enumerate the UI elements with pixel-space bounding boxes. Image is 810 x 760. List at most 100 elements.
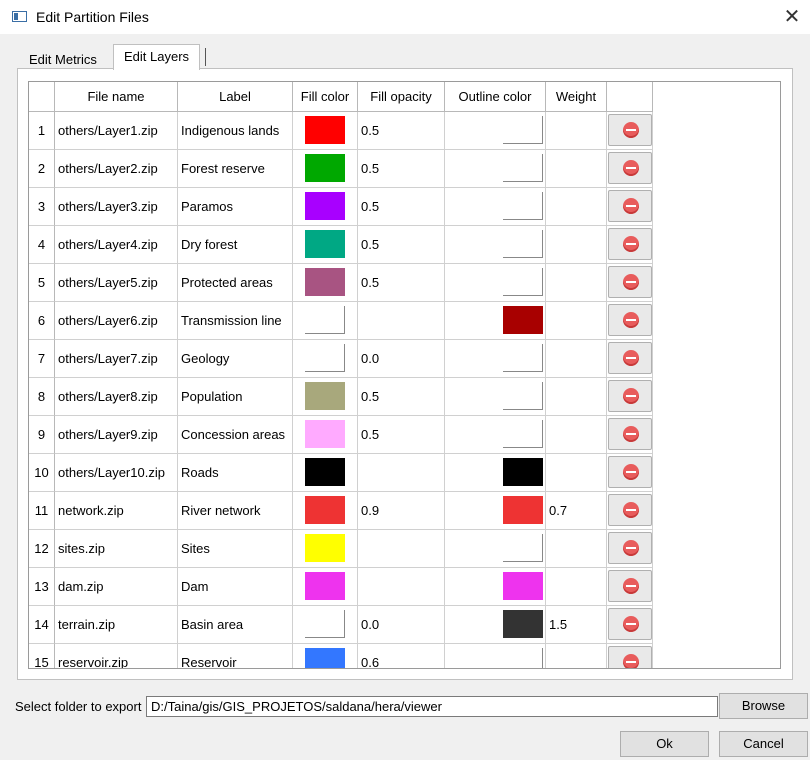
- outline-color-cell[interactable]: [445, 378, 546, 416]
- file-name-cell[interactable]: sites.zip: [55, 530, 178, 568]
- row-number[interactable]: 4: [29, 226, 55, 264]
- delete-row-button[interactable]: [608, 456, 652, 488]
- fill-color-cell[interactable]: [293, 454, 358, 492]
- fill-color-swatch[interactable]: [305, 344, 345, 372]
- weight-cell[interactable]: [546, 150, 607, 188]
- weight-cell[interactable]: [546, 416, 607, 454]
- outline-color-cell[interactable]: [445, 226, 546, 264]
- outline-color-cell[interactable]: [445, 150, 546, 188]
- row-number[interactable]: 12: [29, 530, 55, 568]
- outline-color-swatch[interactable]: [503, 382, 543, 410]
- row-number[interactable]: 2: [29, 150, 55, 188]
- outline-color-cell[interactable]: [445, 606, 546, 644]
- weight-cell[interactable]: [546, 302, 607, 340]
- row-number[interactable]: 13: [29, 568, 55, 606]
- file-name-cell[interactable]: others/Layer8.zip: [55, 378, 178, 416]
- cancel-button[interactable]: Cancel: [719, 731, 808, 757]
- label-cell[interactable]: Dam: [178, 568, 293, 606]
- label-cell[interactable]: Paramos: [178, 188, 293, 226]
- weight-cell[interactable]: 0.7: [546, 492, 607, 530]
- outline-color-swatch[interactable]: [503, 344, 543, 372]
- weight-cell[interactable]: [546, 226, 607, 264]
- fill-color-cell[interactable]: [293, 644, 358, 668]
- weight-cell[interactable]: [546, 644, 607, 668]
- delete-row-button[interactable]: [608, 532, 652, 564]
- fill-color-swatch[interactable]: [305, 268, 345, 296]
- label-cell[interactable]: Geology: [178, 340, 293, 378]
- delete-row-button[interactable]: [608, 570, 652, 602]
- file-name-cell[interactable]: others/Layer1.zip: [55, 112, 178, 150]
- fill-opacity-cell[interactable]: 0.5: [358, 378, 445, 416]
- row-number[interactable]: 9: [29, 416, 55, 454]
- fill-color-swatch[interactable]: [305, 116, 345, 144]
- fill-opacity-cell[interactable]: [358, 530, 445, 568]
- file-name-cell[interactable]: others/Layer2.zip: [55, 150, 178, 188]
- delete-row-button[interactable]: [608, 228, 652, 260]
- fill-color-swatch[interactable]: [305, 610, 345, 638]
- outline-color-swatch[interactable]: [503, 572, 543, 600]
- outline-color-swatch[interactable]: [503, 610, 543, 638]
- delete-row-button[interactable]: [608, 418, 652, 450]
- row-number[interactable]: 7: [29, 340, 55, 378]
- fill-opacity-cell[interactable]: 0.5: [358, 150, 445, 188]
- label-cell[interactable]: Basin area: [178, 606, 293, 644]
- fill-color-swatch[interactable]: [305, 496, 345, 524]
- fill-color-swatch[interactable]: [305, 420, 345, 448]
- outline-color-cell[interactable]: [445, 302, 546, 340]
- row-number[interactable]: 1: [29, 112, 55, 150]
- weight-cell[interactable]: [546, 112, 607, 150]
- weight-cell[interactable]: [546, 188, 607, 226]
- outline-color-cell[interactable]: [445, 188, 546, 226]
- label-cell[interactable]: Roads: [178, 454, 293, 492]
- delete-row-button[interactable]: [608, 608, 652, 640]
- fill-color-cell[interactable]: [293, 530, 358, 568]
- delete-row-button[interactable]: [608, 494, 652, 526]
- delete-row-button[interactable]: [608, 266, 652, 298]
- fill-color-cell[interactable]: [293, 112, 358, 150]
- column-header[interactable]: Fill opacity: [358, 82, 445, 112]
- file-name-cell[interactable]: others/Layer4.zip: [55, 226, 178, 264]
- outline-color-cell[interactable]: [445, 112, 546, 150]
- file-name-cell[interactable]: reservoir.zip: [55, 644, 178, 668]
- outline-color-swatch[interactable]: [503, 230, 543, 258]
- fill-color-swatch[interactable]: [305, 192, 345, 220]
- fill-color-cell[interactable]: [293, 378, 358, 416]
- outline-color-cell[interactable]: [445, 492, 546, 530]
- outline-color-cell[interactable]: [445, 454, 546, 492]
- delete-row-button[interactable]: [608, 114, 652, 146]
- row-number[interactable]: 15: [29, 644, 55, 668]
- row-number[interactable]: 8: [29, 378, 55, 416]
- fill-opacity-cell[interactable]: [358, 568, 445, 606]
- column-header[interactable]: Label: [178, 82, 293, 112]
- outline-color-swatch[interactable]: [503, 496, 543, 524]
- fill-color-cell[interactable]: [293, 150, 358, 188]
- browse-button[interactable]: Browse: [719, 693, 808, 719]
- fill-color-cell[interactable]: [293, 264, 358, 302]
- label-cell[interactable]: Concession areas: [178, 416, 293, 454]
- file-name-cell[interactable]: others/Layer10.zip: [55, 454, 178, 492]
- outline-color-swatch[interactable]: [503, 458, 543, 486]
- outline-color-swatch[interactable]: [503, 192, 543, 220]
- outline-color-cell[interactable]: [445, 416, 546, 454]
- file-name-cell[interactable]: others/Layer3.zip: [55, 188, 178, 226]
- label-cell[interactable]: Dry forest: [178, 226, 293, 264]
- weight-cell[interactable]: [546, 568, 607, 606]
- fill-opacity-cell[interactable]: [358, 454, 445, 492]
- ok-button[interactable]: Ok: [620, 731, 709, 757]
- delete-row-button[interactable]: [608, 646, 652, 668]
- row-number[interactable]: 6: [29, 302, 55, 340]
- label-cell[interactable]: Indigenous lands: [178, 112, 293, 150]
- fill-opacity-cell[interactable]: 0.0: [358, 340, 445, 378]
- fill-color-cell[interactable]: [293, 606, 358, 644]
- file-name-cell[interactable]: others/Layer5.zip: [55, 264, 178, 302]
- fill-color-swatch[interactable]: [305, 306, 345, 334]
- fill-opacity-cell[interactable]: 0.5: [358, 416, 445, 454]
- delete-row-button[interactable]: [608, 190, 652, 222]
- label-cell[interactable]: Reservoir: [178, 644, 293, 668]
- fill-color-cell[interactable]: [293, 416, 358, 454]
- file-name-cell[interactable]: others/Layer7.zip: [55, 340, 178, 378]
- column-header[interactable]: Fill color: [293, 82, 358, 112]
- fill-color-cell[interactable]: [293, 492, 358, 530]
- row-number[interactable]: 5: [29, 264, 55, 302]
- label-cell[interactable]: Transmission line: [178, 302, 293, 340]
